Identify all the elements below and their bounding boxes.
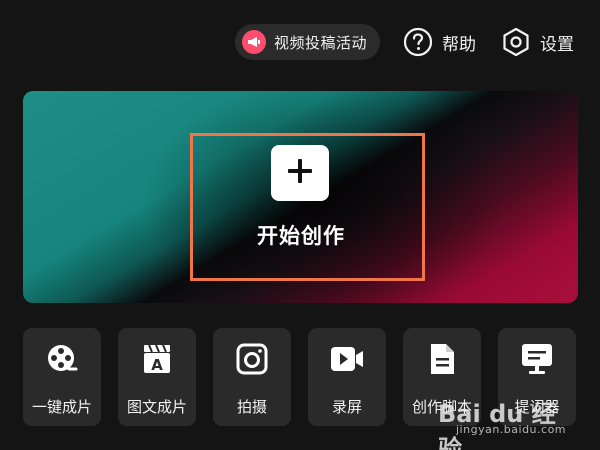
film-reel-icon — [23, 342, 101, 376]
watermark-url: jingyan.baidu.com — [456, 423, 567, 436]
watermark-logo: Bai du 经验 — [438, 400, 556, 450]
top-bar: 视频投稿活动 帮助 设置 — [0, 22, 600, 64]
start-creating-button[interactable] — [271, 145, 329, 201]
text-to-video-tile[interactable]: A 图文成片 — [118, 328, 196, 426]
settings-label: 设置 — [540, 34, 574, 55]
screen-record-tile[interactable]: 录屏 — [308, 328, 386, 426]
help-label: 帮助 — [442, 34, 476, 55]
text-clapboard-icon: A — [118, 342, 196, 376]
screen-record-icon — [308, 342, 386, 376]
tool-label: 一键成片 — [31, 398, 92, 416]
document-icon — [403, 342, 481, 376]
baidu-jingyan-watermark: Bai du 经验 jingyan.baidu.com — [438, 394, 578, 450]
video-submission-campaign-button[interactable]: 视频投稿活动 — [235, 24, 380, 60]
start-creating-label: 开始创作 — [257, 224, 345, 248]
help-button[interactable]: 帮助 — [402, 25, 476, 59]
hexagon-settings-icon — [500, 26, 532, 58]
tool-label: 拍摄 — [236, 398, 267, 416]
question-circle-icon — [402, 26, 434, 58]
campaign-label: 视频投稿活动 — [274, 33, 368, 52]
camera-icon — [213, 342, 291, 376]
app-home-screen: 视频投稿活动 帮助 设置 开始创作 一键成片 A 图文成片 拍摄 录屏 创作脚本… — [0, 0, 600, 450]
svg-text:A: A — [151, 356, 163, 374]
one-click-video-tile[interactable]: 一键成片 — [23, 328, 101, 426]
tool-label: 图文成片 — [126, 398, 187, 416]
tool-label: 录屏 — [331, 398, 362, 416]
teleprompter-icon — [498, 342, 576, 376]
megaphone-icon — [242, 30, 266, 54]
plus-icon — [287, 158, 313, 188]
settings-button[interactable]: 设置 — [500, 25, 574, 59]
camera-tile[interactable]: 拍摄 — [213, 328, 291, 426]
